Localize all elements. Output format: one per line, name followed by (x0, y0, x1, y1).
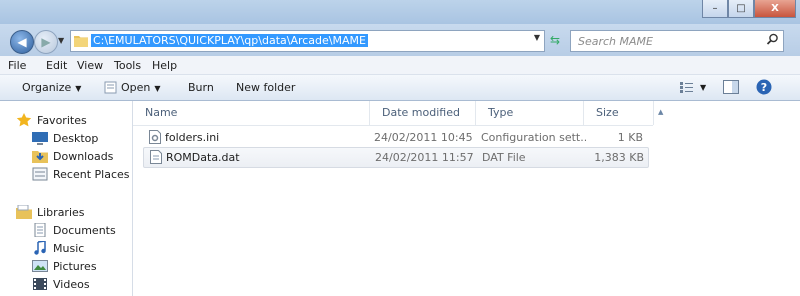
pictures-icon (32, 260, 48, 272)
file-type: Configuration sett... (481, 131, 586, 144)
nav-music-label: Music (53, 241, 85, 255)
search-placeholder: Search MAME (578, 35, 653, 48)
desktop-icon (32, 132, 48, 145)
nav-downloads-label: Downloads (53, 149, 114, 163)
minimize-button[interactable]: – (702, 0, 728, 18)
file-row[interactable]: folders.ini 24/02/2011 10:45 Configurati… (143, 128, 647, 147)
search-box[interactable]: Search MAME (570, 30, 784, 52)
menu-edit[interactable]: Edit (46, 59, 67, 72)
organize-button[interactable]: Organize ▼ (22, 81, 81, 94)
header-divider (133, 125, 653, 126)
open-dropdown-icon: ▼ (154, 84, 161, 93)
menu-file[interactable]: File (8, 59, 26, 72)
view-options-icon[interactable] (680, 82, 693, 93)
nav-libraries-label: Libraries (37, 205, 85, 219)
recent-places-icon (32, 167, 48, 181)
nav-desktop[interactable]: Desktop (32, 129, 98, 147)
column-header-date-label: Date modified (382, 106, 460, 119)
videos-icon (33, 278, 47, 290)
open-label: Open (121, 81, 151, 94)
nav-pictures[interactable]: Pictures (32, 257, 97, 275)
title-bar: – □ X (0, 0, 800, 24)
nav-pictures-label: Pictures (53, 259, 97, 273)
file-date: 24/02/2011 10:45 (374, 131, 473, 144)
documents-icon (34, 223, 46, 237)
back-button[interactable]: ◀ (10, 30, 34, 54)
menu-bar: File Edit View Tools Help (0, 56, 800, 75)
explorer-window: – □ X ◀ ▶ ▼ C:\EMULATORS\QUICKPLAY\qp\da… (0, 0, 800, 296)
column-header-name[interactable]: Name (133, 101, 370, 125)
back-arrow-icon: ◀ (17, 35, 27, 49)
nav-recent-places-label: Recent Places (53, 167, 130, 181)
refresh-icon: ⇆ (549, 33, 561, 47)
column-header-type[interactable]: Type (476, 101, 584, 125)
refresh-button[interactable]: ⇆ (545, 30, 565, 50)
file-list: Name Date modified ▲ Type Size folders.in… (133, 101, 800, 296)
nav-documents-label: Documents (53, 223, 116, 237)
nav-libraries[interactable]: Libraries (16, 203, 85, 221)
recent-pages-dropdown-icon[interactable]: ▼ (58, 36, 64, 45)
menu-tools[interactable]: Tools (114, 59, 141, 72)
file-size: 1,383 KB (594, 151, 644, 164)
close-button[interactable]: X (754, 0, 796, 18)
file-name: folders.ini (165, 131, 220, 144)
nav-videos-label: Videos (53, 277, 90, 291)
forward-arrow-icon: ▶ (41, 35, 51, 49)
file-type: DAT File (482, 151, 526, 164)
column-header-size[interactable]: Size (584, 101, 654, 125)
nav-videos[interactable]: Videos (32, 275, 90, 293)
nav-music[interactable]: Music (32, 239, 84, 257)
svg-text:?: ? (761, 81, 767, 94)
address-dropdown-icon[interactable]: ▼ (534, 33, 540, 42)
libraries-icon (16, 205, 32, 219)
nav-documents[interactable]: Documents (32, 221, 116, 239)
file-row-selected[interactable]: ROMData.dat 24/02/2011 11:57 DAT File 1,… (143, 147, 649, 168)
navigation-pane: Favorites Desktop Downloads Recent Place… (0, 101, 133, 296)
maximize-button[interactable]: □ (728, 0, 754, 18)
menu-view[interactable]: View (77, 59, 103, 72)
navigation-bar: ◀ ▶ ▼ C:\EMULATORS\QUICKPLAY\qp\data\Arc… (0, 24, 800, 56)
organize-dropdown-icon: ▼ (75, 84, 82, 93)
address-path[interactable]: C:\EMULATORS\QUICKPLAY\qp\data\Arcade\MA… (91, 34, 368, 47)
menu-help[interactable]: Help (152, 59, 177, 72)
config-file-icon (149, 130, 161, 144)
folder-icon (74, 36, 88, 47)
sort-arrow-icon: ▲ (658, 108, 664, 116)
file-date: 24/02/2011 11:57 (375, 151, 474, 164)
file-name: ROMData.dat (166, 151, 240, 164)
new-folder-button[interactable]: New folder (236, 81, 295, 94)
star-icon (16, 113, 32, 127)
window-controls: – □ X (702, 0, 796, 18)
organize-label: Organize (22, 81, 72, 94)
command-bar: Organize ▼ Open ▼ Burn New folder ▼ ? (0, 75, 800, 101)
open-icon (104, 81, 117, 94)
nav-desktop-label: Desktop (53, 131, 99, 145)
address-bar[interactable]: C:\EMULATORS\QUICKPLAY\qp\data\Arcade\MA… (70, 30, 545, 52)
help-icon[interactable]: ? (756, 79, 772, 95)
open-button[interactable]: Open ▼ (121, 81, 161, 94)
dat-file-icon (150, 150, 162, 164)
search-icon[interactable] (766, 33, 779, 46)
preview-pane-icon[interactable] (723, 80, 739, 94)
view-dropdown-icon[interactable]: ▼ (700, 83, 706, 92)
nav-favorites[interactable]: Favorites (16, 111, 87, 129)
music-icon (34, 241, 46, 255)
forward-button[interactable]: ▶ (34, 30, 58, 54)
burn-button[interactable]: Burn (188, 81, 214, 94)
column-header-date[interactable]: Date modified ▲ (370, 101, 663, 125)
nav-downloads[interactable]: Downloads (32, 147, 113, 165)
downloads-folder-icon (32, 151, 48, 163)
nav-favorites-label: Favorites (37, 113, 87, 127)
file-size: 1 KB (617, 131, 643, 144)
nav-recent-places[interactable]: Recent Places (32, 165, 130, 183)
